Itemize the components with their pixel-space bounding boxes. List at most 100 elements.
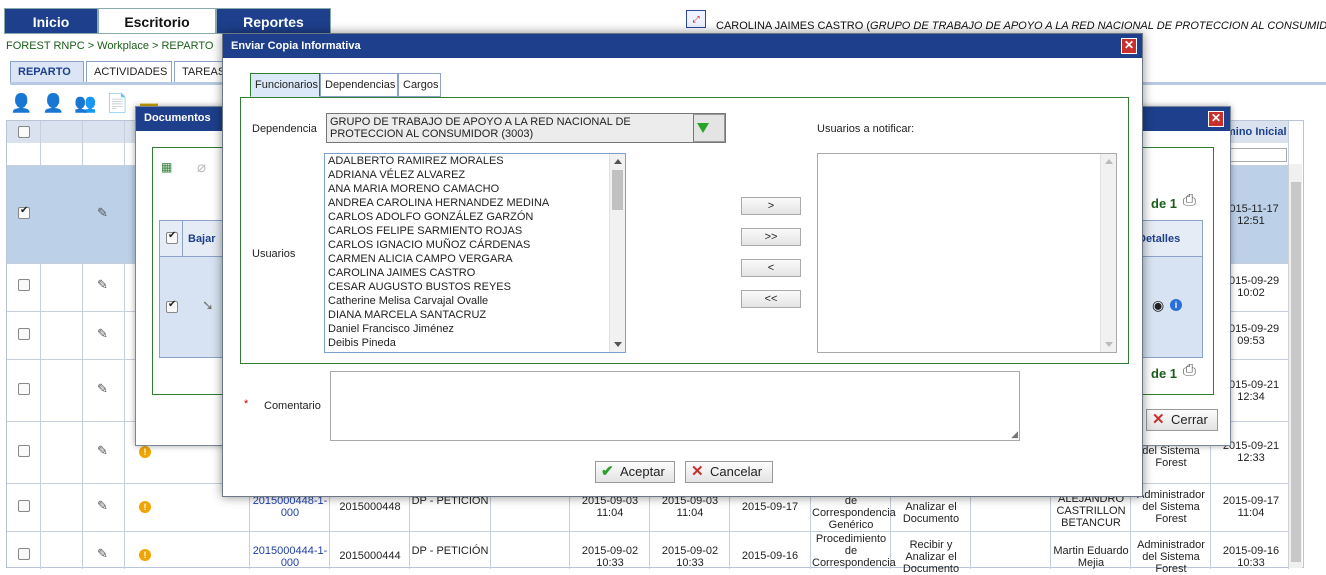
usuarios-scrollbar[interactable] (609, 154, 625, 352)
row-checkbox[interactable] (18, 279, 30, 291)
nav-tab-reportes[interactable]: Reportes (216, 8, 331, 34)
usuario-option[interactable]: Deibis Pineda (328, 336, 396, 350)
actividad-cell: Recibir y Analizar el Documento (902, 539, 960, 575)
row-checkbox[interactable] (18, 205, 30, 219)
usuario-option[interactable]: Catherine Melisa Carvajal Ovalle (328, 294, 488, 308)
fullscreen-icon[interactable]: ⤢ (686, 10, 706, 28)
info-icon[interactable]: ! (139, 446, 151, 458)
user-forward-icon[interactable]: 👤 (42, 92, 64, 114)
resize-handle-icon[interactable]: ◢ (1011, 429, 1018, 440)
usuarios-list[interactable]: ADALBERTO RAMIREZ MORALES ADRIANA VÉLEZ … (324, 153, 626, 353)
users-icon[interactable]: 👥 (74, 92, 96, 114)
new-document-icon[interactable]: ▦ (161, 160, 172, 174)
add-all-button[interactable]: >> (741, 228, 801, 246)
info-icon[interactable]: ! (139, 549, 151, 561)
copy-document-icon[interactable]: 📄 (106, 92, 128, 114)
notificar-scrollbar[interactable] (1100, 154, 1116, 352)
download-icon[interactable]: ➘ (202, 297, 214, 314)
scroll-down-icon[interactable] (614, 342, 622, 347)
nav-tab-escritorio[interactable]: Escritorio (98, 8, 216, 34)
attachment-icon[interactable]: ✎ (97, 206, 111, 220)
attachment-icon[interactable]: ✎ (97, 278, 111, 292)
add-selected-button[interactable]: > (741, 197, 801, 215)
attachment-icon[interactable]: ✎ (97, 499, 111, 513)
remove-selected-button[interactable]: < (741, 259, 801, 277)
attachment-icon[interactable]: ✎ (97, 444, 111, 458)
usuario-option[interactable]: Daniel Francisco Jiménez (328, 322, 454, 336)
comentario-label: Comentario (264, 400, 321, 412)
view-icon[interactable]: ◉ (1152, 297, 1164, 314)
row-checkbox[interactable] (18, 500, 30, 512)
close-icon[interactable]: ✕ (1121, 38, 1137, 54)
usuario-option[interactable]: CAROLINA JAIMES CASTRO (328, 266, 475, 280)
time-value: 09:53 (1237, 335, 1265, 347)
print-icon[interactable]: ⎙ (1183, 192, 1196, 210)
row-checkbox[interactable] (18, 548, 30, 560)
remove-all-button[interactable]: << (741, 290, 801, 308)
dependencia-value: GRUPO DE TRABAJO DE APOYO A LA RED NACIO… (330, 116, 631, 140)
cancelar-button[interactable]: ✕ Cancelar (685, 461, 773, 483)
print-icon[interactable]: ⎙ (1183, 362, 1196, 380)
select-all-docs-checkbox[interactable] (166, 230, 178, 244)
row-checkbox[interactable] (18, 383, 30, 395)
usuario-option[interactable]: CARLOS ADOLFO GONZÁLEZ GARZÓN (328, 210, 533, 224)
user-upload-icon[interactable]: 👤 (10, 92, 32, 114)
usuario-cell: ALEJANDRO CASTRILLON BETANCUR (1056, 493, 1126, 529)
close-icon[interactable]: ✕ (1208, 111, 1224, 127)
user-info: CAROLINA JAIMES CASTRO (GRUPO DE TRABAJO… (716, 20, 1326, 32)
tab-cargos[interactable]: Cargos (398, 73, 441, 97)
radicado-link[interactable]: 2015000444-1-000 (251, 545, 329, 569)
date-value: 2015-09-16 (1222, 545, 1280, 557)
row-checkbox[interactable] (18, 328, 30, 340)
vencimiento-cell: 2015-09-17 (741, 501, 799, 513)
usuario-option[interactable]: CARLOS IGNACIO MUÑOZ CÁRDENAS (328, 238, 530, 252)
usuario-option[interactable]: CARLOS FELIPE SARMIENTO ROJAS (328, 224, 522, 238)
pager-total: 1 (1169, 366, 1178, 381)
enviar-titlebar: Enviar Copia Informativa ✕ (223, 34, 1142, 58)
dependencia-select[interactable]: GRUPO DE TRABAJO DE APOYO A LA RED NACIO… (326, 113, 726, 143)
attachment-icon[interactable]: ✎ (97, 327, 111, 341)
tab-actividades[interactable]: ACTIVIDADES (86, 61, 172, 83)
usuario-option[interactable]: ADALBERTO RAMIREZ MORALES (328, 154, 504, 168)
grid-scroll-thumb[interactable] (1291, 182, 1301, 562)
notificar-list[interactable] (817, 153, 1117, 353)
attachment-icon[interactable]: ✎ (97, 382, 111, 396)
bajar-header: Bajar (188, 233, 216, 245)
attachment-icon[interactable]: ✎ (97, 547, 111, 561)
time-value: 12:51 (1237, 215, 1265, 227)
scroll-down-icon[interactable] (1105, 342, 1113, 347)
fecha-cell: 2015-09-03 11:04 (661, 495, 719, 519)
radicado-link[interactable]: 2015000448-1-000 (251, 495, 329, 519)
pager-of: de (1151, 366, 1167, 381)
select-all-checkbox[interactable] (18, 126, 30, 138)
usuario-option[interactable]: CESAR AUGUSTO BUSTOS REYES (328, 280, 511, 294)
cerrar-button[interactable]: ✕ Cerrar (1146, 409, 1218, 431)
details-info-icon[interactable]: i (1170, 299, 1182, 311)
aceptar-button[interactable]: ✔ Aceptar (595, 461, 675, 483)
detalles-header: Detalles (1138, 233, 1181, 245)
doc-row-checkbox[interactable] (166, 299, 178, 313)
usuario-option[interactable]: DIANA MARCELA SANTACRUZ (328, 308, 486, 322)
usuario-option[interactable]: ANA MARIA MORENO CAMACHO (328, 182, 499, 196)
info-icon[interactable]: ! (139, 501, 151, 513)
tab-dependencias[interactable]: Dependencias (320, 73, 398, 97)
attach-icon[interactable]: ⌀ (197, 158, 206, 176)
arrow-down-icon (697, 123, 709, 133)
usuario-option[interactable]: ANDREA CAROLINA HERNANDEZ MEDINA (328, 196, 549, 210)
usuario-option[interactable]: CARMEN ALICIA CAMPO VERGARA (328, 252, 513, 266)
grid-scrollbar[interactable] (1288, 164, 1302, 568)
scroll-up-icon[interactable] (1105, 159, 1113, 164)
tab-reparto[interactable]: REPARTO (10, 61, 84, 83)
termino-filter-input[interactable] (1227, 148, 1287, 162)
aceptar-label: Aceptar (620, 464, 665, 479)
user-group: GRUPO DE TRABAJO DE APOYO A LA RED NACIO… (870, 20, 1326, 32)
tab-funcionarios[interactable]: Funcionarios (250, 73, 320, 97)
usuario-option[interactable]: ADRIANA VÉLEZ ALVAREZ (328, 168, 465, 182)
comentario-textarea[interactable]: ◢ (330, 371, 1020, 441)
nav-tab-inicio[interactable]: Inicio (4, 8, 98, 34)
scroll-up-icon[interactable] (614, 159, 622, 164)
date-cell: 2015-09-16 10:33 (1213, 545, 1289, 569)
dependencia-dropdown-button[interactable] (693, 114, 725, 142)
scroll-thumb[interactable] (612, 170, 623, 210)
row-checkbox[interactable] (18, 445, 30, 457)
